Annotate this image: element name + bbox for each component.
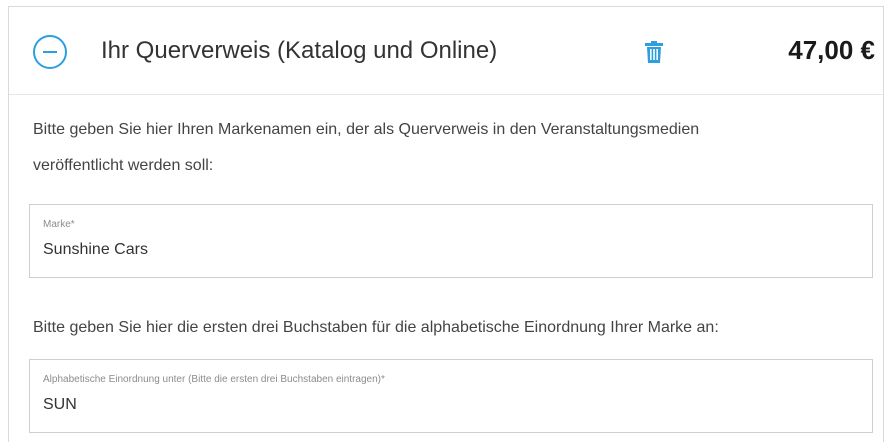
brand-instruction-line2: veröffentlicht werden soll: bbox=[33, 157, 214, 174]
alpha-field-label: Alphabetische Einordnung unter (Bitte di… bbox=[43, 374, 385, 385]
trash-icon[interactable] bbox=[645, 41, 663, 63]
card-title: Ihr Querverweis (Katalog und Online) bbox=[101, 37, 498, 64]
brand-field-label: Marke* bbox=[43, 219, 75, 230]
card-header: Ihr Querverweis (Katalog und Online) 47,… bbox=[9, 7, 883, 95]
brand-input[interactable] bbox=[43, 241, 843, 259]
minus-circle-icon[interactable] bbox=[33, 35, 67, 69]
alpha-instruction: Bitte geben Sie hier die ersten drei Buc… bbox=[33, 319, 719, 336]
brand-instruction-line1: Bitte geben Sie hier Ihren Markenamen ei… bbox=[33, 121, 700, 138]
alpha-input[interactable] bbox=[43, 396, 843, 414]
price: 47,00 € bbox=[788, 35, 875, 65]
minus-bar bbox=[43, 51, 57, 53]
brand-field[interactable]: Marke* bbox=[29, 204, 873, 278]
querverweis-card: Ihr Querverweis (Katalog und Online) 47,… bbox=[8, 6, 884, 442]
alpha-field[interactable]: Alphabetische Einordnung unter (Bitte di… bbox=[29, 359, 873, 433]
